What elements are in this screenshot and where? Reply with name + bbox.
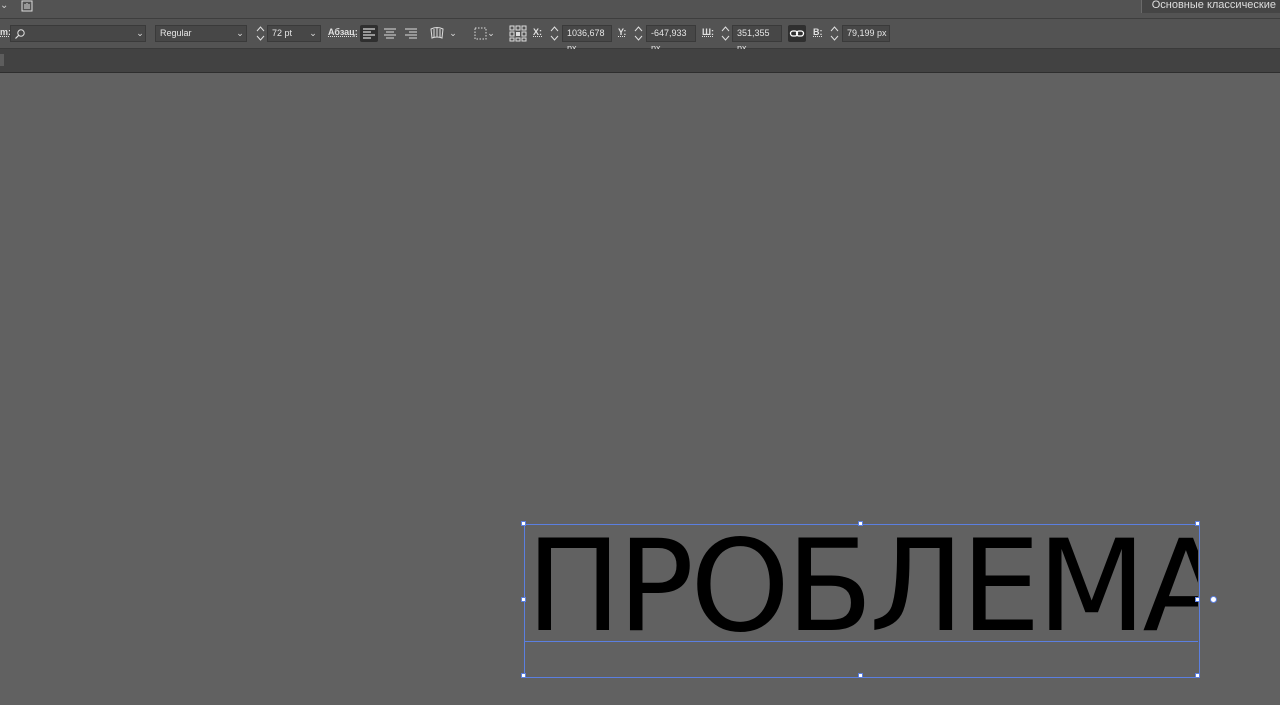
text-out-port[interactable] bbox=[1210, 596, 1217, 603]
link-proportions-button[interactable] bbox=[788, 25, 806, 42]
resize-handle-left[interactable] bbox=[521, 597, 526, 602]
x-stepper[interactable] bbox=[550, 24, 559, 43]
document-tab-strip bbox=[0, 49, 1280, 73]
chevron-down-icon[interactable]: ⌄ bbox=[484, 25, 498, 42]
link-icon bbox=[789, 30, 805, 37]
close-icon[interactable] bbox=[0, 54, 4, 66]
align-left-button[interactable] bbox=[360, 25, 378, 42]
envelope-warp-icon bbox=[430, 27, 444, 39]
chevron-down-icon[interactable]: ⌄ bbox=[306, 25, 320, 42]
width-label: Ш: bbox=[702, 27, 715, 37]
font-style-value: Regular bbox=[160, 28, 192, 38]
resize-handle-bottom-left[interactable] bbox=[521, 673, 526, 678]
chevron-down-icon[interactable]: ⌄ bbox=[233, 25, 247, 42]
width-stepper[interactable] bbox=[721, 24, 730, 43]
y-label: Y: bbox=[618, 27, 627, 37]
resize-handle-right[interactable] bbox=[1195, 597, 1200, 602]
envelope-warp-button[interactable] bbox=[428, 25, 446, 42]
x-field[interactable]: 1036,678 px bbox=[562, 25, 612, 53]
width-field[interactable]: 351,355 px bbox=[732, 25, 782, 53]
hand-tool-icon[interactable] bbox=[20, 0, 34, 12]
chevron-down-icon[interactable]: ⌄ bbox=[446, 25, 460, 42]
font-size-stepper[interactable] bbox=[256, 24, 265, 43]
resize-handle-top[interactable] bbox=[858, 521, 863, 526]
height-stepper[interactable] bbox=[830, 24, 839, 43]
align-right-button[interactable] bbox=[402, 25, 420, 42]
chevron-down-icon[interactable]: ⌄ bbox=[133, 25, 147, 42]
chevron-down-icon[interactable]: ⌄ bbox=[0, 0, 8, 11]
reference-point-icon bbox=[509, 25, 527, 42]
search-icon bbox=[15, 29, 25, 39]
align-center-button[interactable] bbox=[381, 25, 399, 42]
resize-handle-top-left[interactable] bbox=[521, 521, 526, 526]
height-label: В: bbox=[813, 27, 823, 37]
resize-handle-bottom-right[interactable] bbox=[1195, 673, 1200, 678]
top-strip: ⌄ Основные классические bbox=[0, 0, 1280, 19]
font-size-value: 72 pt bbox=[272, 28, 293, 38]
text-baseline bbox=[524, 641, 1198, 642]
height-value: 79,199 px bbox=[847, 28, 887, 38]
x-label: X: bbox=[533, 27, 542, 37]
align-right-icon bbox=[405, 28, 417, 39]
y-stepper[interactable] bbox=[634, 24, 643, 43]
paragraph-label: Абзац: bbox=[328, 27, 358, 37]
workspace-switcher[interactable]: Основные классические bbox=[1140, 0, 1280, 13]
y-field[interactable]: -647,933 px bbox=[646, 25, 696, 53]
font-family-field[interactable] bbox=[10, 25, 146, 42]
align-left-icon bbox=[363, 28, 375, 39]
selection-bounding-box[interactable] bbox=[524, 524, 1200, 678]
height-field[interactable]: 79,199 px bbox=[842, 25, 890, 42]
control-bar: m: ⌄ Regular ⌄ 72 pt ⌄ Абзац: ⌄ ⌄ X: 103… bbox=[0, 19, 1280, 53]
align-center-icon bbox=[384, 28, 396, 39]
reference-point-button[interactable] bbox=[509, 25, 527, 42]
resize-handle-bottom[interactable] bbox=[858, 673, 863, 678]
resize-handle-top-right[interactable] bbox=[1195, 521, 1200, 526]
